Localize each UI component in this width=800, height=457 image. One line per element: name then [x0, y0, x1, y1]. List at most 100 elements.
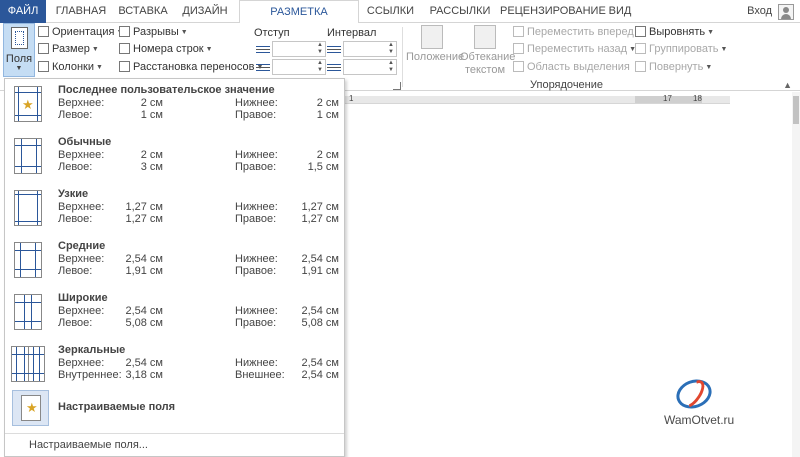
wrap-text-label-1: Обтекание [460, 51, 516, 63]
margins-option-last-custom[interactable]: ★ Последнее пользовательское значение Ве… [5, 79, 344, 131]
custom-margins-link[interactable]: Настраиваемые поля... [29, 439, 148, 451]
tab-insert[interactable]: ВСТАВКА [114, 0, 172, 23]
left-value: 3 см [140, 161, 163, 173]
option-title: Настраиваемые поля [58, 401, 176, 413]
vertical-scrollbar[interactable] [792, 92, 800, 457]
columns-button[interactable]: Колонки ▼ [38, 59, 103, 76]
collapse-ribbon-icon[interactable]: ▲ [783, 80, 792, 90]
line-numbers-button[interactable]: Номера строк ▼ [119, 41, 213, 58]
option-title: Зеркальные [58, 344, 126, 356]
option-title: Узкие [58, 188, 89, 200]
top-label: Верхнее: [58, 253, 105, 265]
spin-up-icon[interactable]: ▲ [317, 42, 323, 49]
spin-down-icon[interactable]: ▼ [388, 49, 394, 56]
spin-up-icon[interactable]: ▲ [317, 60, 323, 67]
chevron-down-icon: ▼ [95, 64, 103, 71]
wrap-text-icon [474, 25, 496, 49]
indent-right-icon [256, 62, 270, 74]
outside-label: Внешнее: [235, 369, 285, 381]
position-label: Положение [406, 51, 465, 63]
ribbon-divider [402, 27, 403, 87]
inside-label: Внутреннее: [58, 369, 122, 381]
bottom-label: Нижнее: [235, 253, 278, 265]
orientation-button[interactable]: Ориентация▼ [38, 24, 123, 41]
spin-down-icon[interactable]: ▼ [317, 67, 323, 74]
tab-home[interactable]: ГЛАВНАЯ [50, 0, 112, 23]
right-label: Правое: [235, 265, 277, 277]
selection-pane-label: Область выделения [527, 61, 630, 73]
hyphenation-button[interactable]: Расстановка переносов▼ [119, 59, 263, 76]
spin-down-icon[interactable]: ▼ [317, 49, 323, 56]
page-margins-icon [14, 138, 42, 174]
spacing-before-input[interactable]: ▲ ▼ [343, 41, 397, 57]
top-label: Верхнее: [58, 201, 105, 213]
right-label: Правое: [235, 109, 277, 121]
bottom-value: 2 см [316, 97, 339, 109]
align-label: Выровнять [649, 26, 706, 38]
margins-option-custom[interactable]: ★ Настраиваемые поля [5, 387, 344, 429]
left-label: Левое: [58, 161, 93, 173]
tab-view[interactable]: ВИД [603, 0, 637, 23]
margins-option-narrow[interactable]: Узкие Верхнее: 1,27 см Нижнее: 1,27 см Л… [5, 183, 344, 235]
chevron-down-icon: ▼ [15, 65, 23, 72]
rotate-icon [635, 61, 646, 72]
send-backward-button[interactable]: Переместить назад ▼ [513, 41, 636, 58]
bring-forward-label: Переместить вперед [527, 26, 634, 38]
page-margins-icon [14, 242, 42, 278]
send-backward-label: Переместить назад [527, 43, 628, 55]
left-label: Левое: [58, 213, 93, 225]
spacing-before-icon [327, 44, 341, 56]
bottom-label: Нижнее: [235, 201, 278, 213]
margins-option-moderate[interactable]: Средние Верхнее: 2,54 см Нижнее: 2,54 см… [5, 235, 344, 287]
size-button[interactable]: Размер ▼ [38, 41, 99, 58]
scrollbar-thumb[interactable] [793, 96, 799, 124]
bottom-value: 2 см [316, 149, 339, 161]
margins-dropdown: ★ Последнее пользовательское значение Ве… [4, 78, 345, 457]
right-label: Правое: [235, 317, 277, 329]
top-value: 2 см [140, 149, 163, 161]
align-button[interactable]: Выровнять ▼ [635, 24, 714, 41]
sign-in-link[interactable]: Вход [747, 0, 772, 23]
bring-forward-icon [513, 26, 524, 37]
group-button[interactable]: Группировать ▼ [635, 41, 727, 58]
tab-page-layout[interactable]: РАЗМЕТКА СТРАНИЦЫ [239, 0, 359, 41]
bring-forward-button[interactable]: Переместить вперед▼ [513, 24, 643, 41]
paragraph-dialog-launcher-icon[interactable] [393, 82, 401, 90]
bottom-value: 2,54 см [301, 253, 339, 265]
right-value: 1,91 см [301, 265, 339, 277]
margins-option-mirrored[interactable]: Зеркальные Верхнее: 2,54 см Нижнее: 2,54… [5, 339, 344, 391]
star-icon: ★ [22, 97, 34, 112]
tab-design[interactable]: ДИЗАЙН [175, 0, 235, 23]
spin-down-icon[interactable]: ▼ [388, 67, 394, 74]
position-button[interactable]: Положение [406, 25, 465, 64]
margins-button[interactable]: Поля ▼ [3, 23, 35, 77]
indent-left-input[interactable]: ▲ ▼ [272, 41, 326, 57]
right-value: 1 см [316, 109, 339, 121]
wrap-text-button[interactable]: Обтекание текстом [460, 25, 516, 77]
tab-mailings[interactable]: РАССЫЛКИ [422, 0, 498, 23]
group-label: Группировать [649, 43, 719, 55]
breaks-button[interactable]: Разрывы ▼ [119, 24, 188, 41]
tab-file[interactable]: ФАЙЛ [0, 0, 46, 23]
spin-up-icon[interactable]: ▲ [388, 42, 394, 49]
rotate-label: Повернуть [649, 61, 704, 73]
selection-pane-button[interactable]: Область выделения [513, 59, 630, 76]
hyphenation-icon [119, 61, 130, 72]
margins-option-normal[interactable]: Обычные Верхнее: 2 см Нижнее: 2 см Левое… [5, 131, 344, 183]
tab-review[interactable]: РЕЦЕНЗИРОВАНИЕ [500, 0, 606, 23]
top-value: 2,54 см [125, 253, 163, 265]
margins-option-wide[interactable]: Широкие Верхнее: 2,54 см Нижнее: 2,54 см… [5, 287, 344, 339]
spacing-after-input[interactable]: ▲ ▼ [343, 59, 397, 75]
spin-up-icon[interactable]: ▲ [388, 60, 394, 67]
user-avatar-icon[interactable] [778, 4, 794, 20]
watermark-text: WamOtvet.ru [664, 413, 735, 427]
line-numbers-icon [119, 43, 130, 54]
tab-references[interactable]: ССЫЛКИ [363, 0, 418, 23]
page-margins-icon [14, 190, 42, 226]
rotate-button[interactable]: Повернуть ▼ [635, 59, 712, 76]
indent-right-input[interactable]: ▲ ▼ [272, 59, 326, 75]
indent-left-icon [256, 44, 270, 56]
horizontal-ruler[interactable]: 1 17 18 [345, 92, 730, 104]
group-icon [635, 43, 646, 54]
right-value: 1,5 см [307, 161, 339, 173]
